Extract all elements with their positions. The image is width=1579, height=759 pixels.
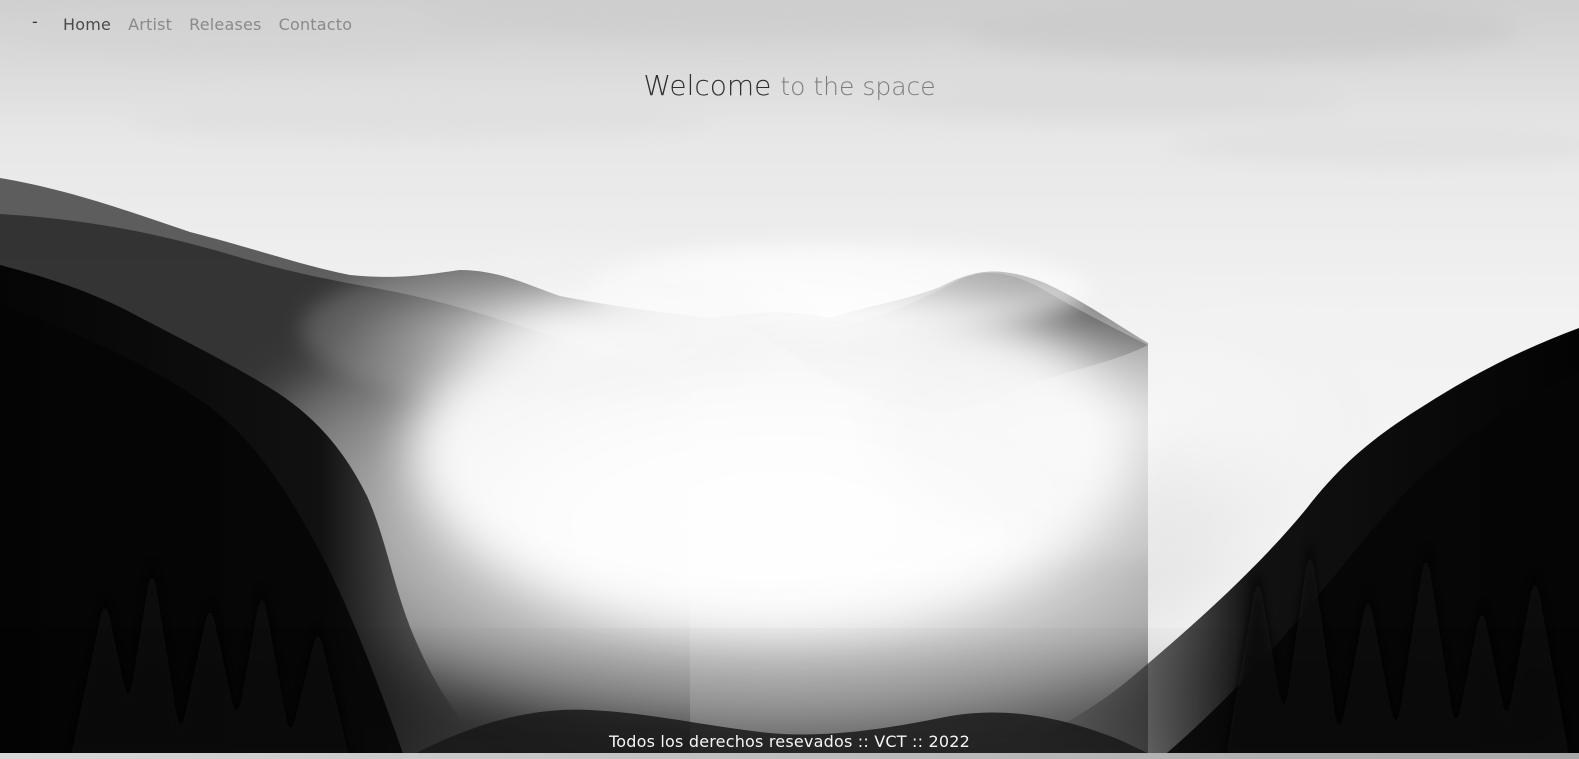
nav-item-artist[interactable]: Artist xyxy=(128,15,172,34)
hero-title-soft: to the space xyxy=(780,71,936,101)
hero-title-strong: Welcome xyxy=(643,68,772,102)
nav-item-home[interactable]: Home xyxy=(63,15,111,34)
hero-background-image xyxy=(0,0,1579,759)
nav-item-contacto[interactable]: Contacto xyxy=(279,15,353,34)
nav-links: Home Artist Releases Contacto xyxy=(63,15,352,34)
brand-dash[interactable]: - xyxy=(32,14,38,30)
nav-item-releases[interactable]: Releases xyxy=(189,15,261,34)
bottom-scroll-line xyxy=(0,753,1579,759)
top-navigation: - Home Artist Releases Contacto xyxy=(0,0,420,52)
page: - Home Artist Releases Contacto Welcome … xyxy=(0,0,1579,759)
footer-copyright: Todos los derechos resevados :: VCT :: 2… xyxy=(608,732,970,751)
hero-title: Welcome to the space xyxy=(0,69,1579,103)
